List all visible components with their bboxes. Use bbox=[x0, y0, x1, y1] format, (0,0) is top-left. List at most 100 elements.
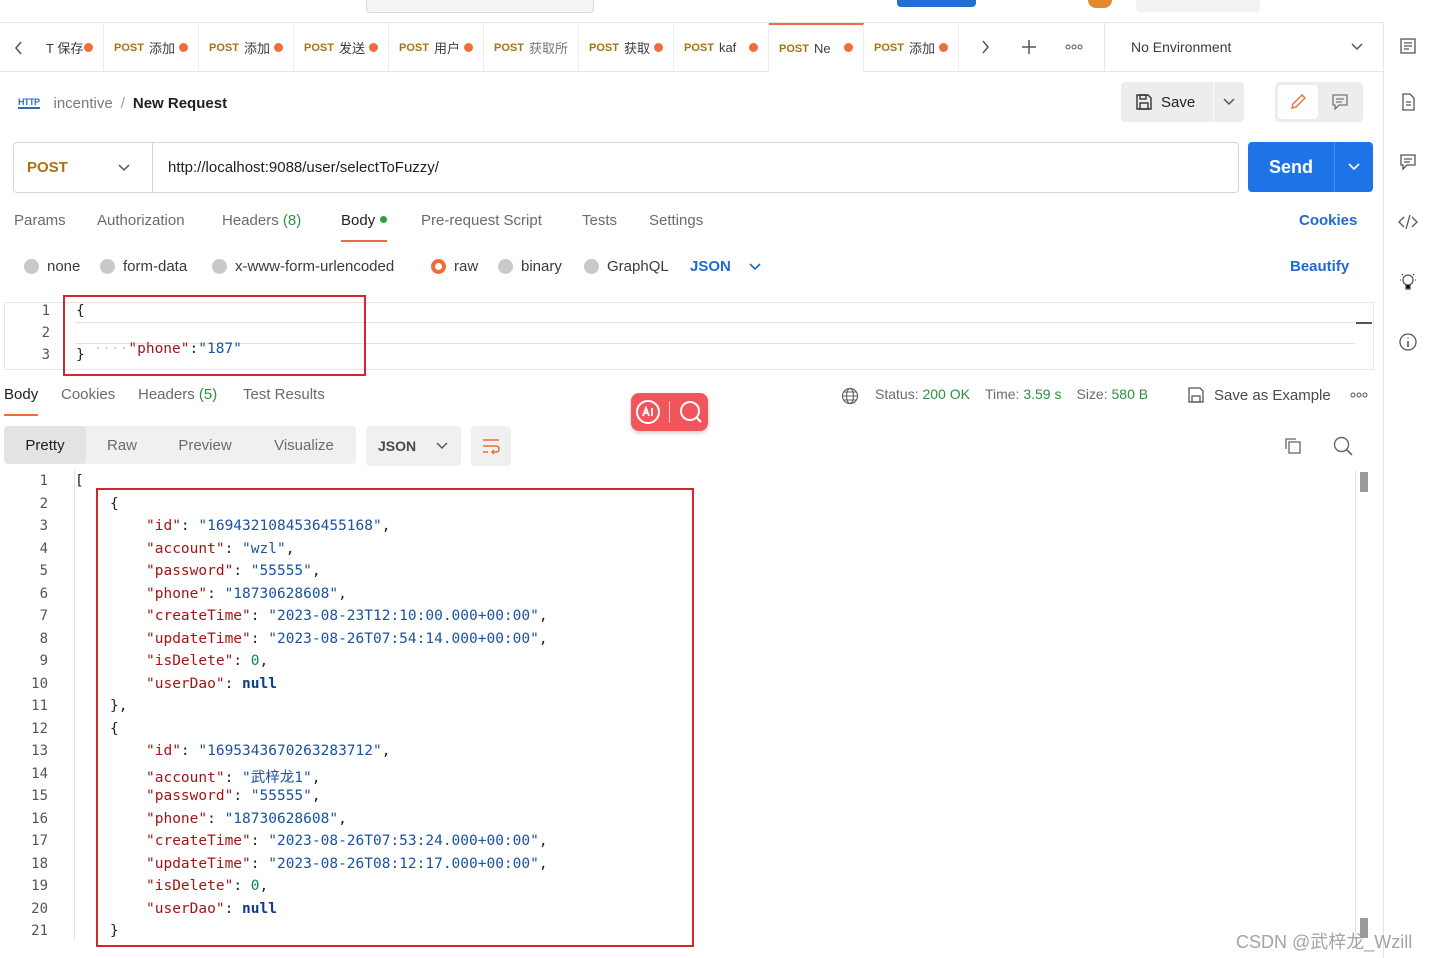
request-tab-active[interactable]: POST Ne bbox=[769, 23, 864, 72]
unsaved-dot bbox=[654, 43, 663, 52]
avatar[interactable] bbox=[1088, 0, 1112, 8]
radio-urlencoded[interactable]: x-www-form-urlencoded bbox=[212, 258, 394, 275]
tab-params[interactable]: Params bbox=[14, 212, 66, 242]
raw-format-selector[interactable]: JSON bbox=[690, 258, 761, 275]
radio-none[interactable]: none bbox=[24, 258, 80, 275]
tab-method: POST bbox=[494, 41, 524, 54]
chevron-left-icon[interactable] bbox=[8, 37, 30, 59]
save-button[interactable]: Save bbox=[1121, 82, 1213, 122]
tab-authorization[interactable]: Authorization bbox=[97, 212, 185, 242]
size-info[interactable]: Size: 580 B bbox=[1076, 386, 1148, 402]
radio-circle bbox=[498, 259, 513, 274]
info-icon[interactable] bbox=[1398, 332, 1418, 352]
tab-headers[interactable]: Headers (8) bbox=[222, 212, 301, 242]
line-number: 4 bbox=[39, 541, 48, 557]
tab-method: POST bbox=[589, 41, 619, 54]
scrollbar-thumb[interactable] bbox=[1360, 472, 1368, 492]
more-icon[interactable] bbox=[1350, 392, 1368, 398]
view-visualize[interactable]: Visualize bbox=[256, 426, 352, 464]
format-label: JSON bbox=[378, 438, 417, 454]
method-selector[interactable]: POST bbox=[13, 142, 153, 193]
line-number: 19 bbox=[31, 878, 48, 894]
request-tab[interactable]: POST 添加 bbox=[864, 23, 959, 72]
copy-icon[interactable] bbox=[1283, 436, 1303, 456]
more-icon[interactable] bbox=[1062, 36, 1086, 58]
edit-mode-button[interactable] bbox=[1278, 85, 1318, 119]
search-bar[interactable] bbox=[366, 0, 594, 13]
tab-settings[interactable]: Settings bbox=[649, 212, 703, 242]
unsaved-dot bbox=[369, 43, 378, 52]
globe-icon[interactable] bbox=[841, 387, 859, 405]
comment-icon[interactable] bbox=[1398, 152, 1418, 172]
view-preview[interactable]: Preview bbox=[164, 426, 246, 464]
response-tab-test-results[interactable]: Test Results bbox=[243, 386, 325, 416]
top-control[interactable] bbox=[1136, 0, 1260, 12]
line-number: 2 bbox=[41, 325, 50, 341]
http-icon: HTTP bbox=[18, 97, 40, 109]
send-options-button[interactable] bbox=[1334, 142, 1373, 192]
view-pretty[interactable]: Pretty bbox=[4, 426, 86, 464]
save-as-example-button[interactable]: Save as Example bbox=[1187, 386, 1331, 404]
line-number: 7 bbox=[39, 608, 48, 624]
send-button[interactable]: Send bbox=[1248, 142, 1334, 192]
beautify-link[interactable]: Beautify bbox=[1290, 258, 1349, 275]
wrap-icon bbox=[483, 439, 500, 455]
time-info[interactable]: Time: 3.59 s bbox=[985, 386, 1062, 402]
breadcrumb: HTTP incentive / New Request bbox=[18, 92, 227, 114]
tab-label: Pre-request Script bbox=[421, 212, 542, 229]
tab-method: POST bbox=[114, 41, 144, 54]
tab-body[interactable]: Body bbox=[341, 212, 388, 242]
radio-label: form-data bbox=[123, 258, 188, 275]
radio-graphql[interactable]: GraphQL bbox=[584, 258, 669, 275]
ai-icon bbox=[636, 400, 660, 424]
save-icon bbox=[1136, 94, 1152, 110]
document-icon[interactable] bbox=[1398, 92, 1418, 112]
tab-pre-request-script[interactable]: Pre-request Script bbox=[421, 212, 542, 242]
tab-tests[interactable]: Tests bbox=[582, 212, 617, 242]
radio-raw[interactable]: raw bbox=[431, 258, 478, 275]
line-number: 3 bbox=[41, 347, 50, 363]
api-docs-icon[interactable] bbox=[1398, 36, 1418, 56]
headers-count: (5) bbox=[198, 386, 218, 403]
environment-selector[interactable]: No Environment bbox=[1104, 22, 1383, 72]
tab-label: Cookies bbox=[61, 386, 116, 403]
radio-label: binary bbox=[521, 258, 562, 275]
request-tab[interactable]: POST 获取所 bbox=[484, 23, 579, 72]
request-tab[interactable]: POST 用户 bbox=[389, 23, 484, 72]
code-icon[interactable] bbox=[1398, 212, 1418, 232]
radio-binary[interactable]: binary bbox=[498, 258, 562, 275]
request-title[interactable]: New Request bbox=[133, 95, 227, 112]
response-tab-body[interactable]: Body bbox=[4, 386, 39, 416]
cookies-link[interactable]: Cookies bbox=[1299, 212, 1357, 229]
comment-mode-button[interactable] bbox=[1320, 85, 1360, 119]
request-tab[interactable]: POST 获取 bbox=[579, 23, 674, 72]
breadcrumb-workspace[interactable]: incentive bbox=[54, 95, 113, 112]
search-icon[interactable] bbox=[1333, 436, 1353, 456]
radio-label: raw bbox=[454, 258, 479, 275]
request-tab[interactable]: POST 发送 bbox=[294, 23, 389, 72]
plus-icon[interactable] bbox=[1018, 36, 1040, 58]
request-tab[interactable]: T 保存 bbox=[36, 23, 104, 72]
upgrade-button[interactable] bbox=[897, 0, 976, 7]
response-format-selector[interactable]: JSON bbox=[366, 426, 461, 466]
status-info[interactable]: Status: 200 OK bbox=[875, 386, 970, 402]
request-tab[interactable]: POST kaf bbox=[674, 23, 769, 72]
divider bbox=[669, 401, 670, 423]
wrap-lines-button[interactable] bbox=[471, 426, 511, 466]
request-tab[interactable]: POST 添加 bbox=[104, 23, 199, 72]
save-options-button[interactable] bbox=[1214, 82, 1244, 122]
url-input[interactable]: http://localhost:9088/user/selectToFuzzy… bbox=[168, 142, 439, 193]
lightbulb-icon[interactable] bbox=[1398, 272, 1418, 292]
tab-label: Headers bbox=[222, 212, 279, 229]
response-tab-headers[interactable]: Headers (5) bbox=[138, 386, 217, 416]
json-bracket: [ bbox=[75, 473, 84, 489]
response-scrollbar[interactable] bbox=[1355, 470, 1373, 940]
ai-search-widget[interactable] bbox=[631, 393, 708, 431]
line-number: 20 bbox=[31, 901, 48, 917]
chevron-right-icon[interactable] bbox=[974, 36, 996, 58]
radio-form-data[interactable]: form-data bbox=[100, 258, 187, 275]
response-tab-cookies[interactable]: Cookies bbox=[61, 386, 115, 416]
request-tab[interactable]: POST 添加 bbox=[199, 23, 294, 72]
chevron-down-icon bbox=[1223, 98, 1235, 106]
view-raw[interactable]: Raw bbox=[92, 426, 152, 464]
